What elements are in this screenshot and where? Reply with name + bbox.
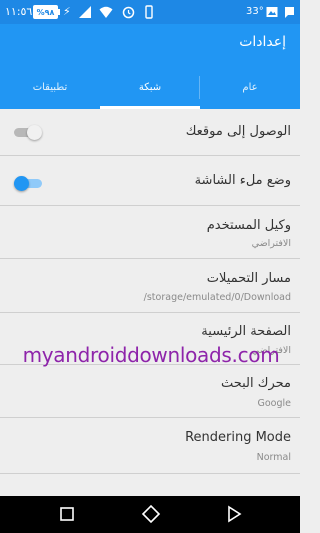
- vibrate-icon: [144, 5, 154, 19]
- setting-user-agent[interactable]: وكيل المستخدم الافتراضي: [0, 206, 300, 259]
- tab-general[interactable]: عام: [200, 66, 300, 109]
- setting-summary: /storage/emulated/0/Download: [143, 292, 291, 303]
- setting-summary: Google: [257, 398, 291, 409]
- page-title: إعدادات: [239, 34, 286, 50]
- tab-divider: [199, 76, 200, 99]
- alarm-icon: [122, 5, 135, 19]
- back-icon[interactable]: [224, 504, 244, 524]
- setting-download-path[interactable]: مسار التحميلات /storage/emulated/0/Downl…: [0, 259, 300, 313]
- location-toggle[interactable]: [14, 125, 42, 140]
- navigation-bar: [0, 496, 300, 533]
- home-icon[interactable]: [141, 504, 161, 524]
- settings-list: الوصول إلى موقعك وضع ملء الشاشة وكيل الم…: [0, 109, 300, 496]
- recents-icon[interactable]: [57, 504, 77, 524]
- setting-summary: الافتراضي: [251, 238, 291, 249]
- signal-icon: [78, 5, 92, 19]
- setting-search-engine[interactable]: محرك البحث Google: [0, 365, 300, 418]
- status-temperature: 33°: [246, 6, 264, 17]
- image-icon: [266, 5, 278, 19]
- setting-rendering-mode[interactable]: Rendering Mode Normal: [0, 418, 300, 474]
- setting-title: وضع ملء الشاشة: [194, 173, 291, 188]
- setting-location-access[interactable]: الوصول إلى موقعك: [0, 109, 300, 156]
- status-bar: ١١:٥٦ %٩٨ ⚡ 33°: [0, 0, 300, 24]
- battery-tip: [58, 9, 60, 15]
- setting-title: الوصول إلى موقعك: [185, 124, 291, 139]
- setting-title: وكيل المستخدم: [206, 218, 291, 233]
- wifi-icon: [99, 5, 113, 19]
- tab-network[interactable]: شبكة: [100, 66, 200, 109]
- setting-title: مسار التحميلات: [206, 271, 291, 286]
- battery-icon: %٩٨: [33, 5, 58, 19]
- toggle-thumb: [14, 176, 29, 191]
- setting-title: الصفحة الرئيسية: [201, 324, 291, 339]
- message-icon: [284, 5, 295, 19]
- fullscreen-toggle[interactable]: [14, 176, 42, 191]
- status-time: ١١:٥٦: [5, 5, 33, 18]
- setting-title: محرك البحث: [220, 376, 291, 391]
- tab-bar: تطبيقات شبكة عام: [0, 66, 300, 109]
- setting-summary: Normal: [256, 452, 291, 463]
- toggle-thumb: [27, 125, 42, 140]
- app-bar: إعدادات: [0, 24, 300, 66]
- setting-fullscreen[interactable]: وضع ملء الشاشة: [0, 156, 300, 206]
- tab-apps[interactable]: تطبيقات: [0, 66, 100, 109]
- watermark: myandroiddownloads.com: [22, 343, 280, 367]
- charging-icon: ⚡: [63, 5, 71, 18]
- setting-title: Rendering Mode: [185, 430, 291, 445]
